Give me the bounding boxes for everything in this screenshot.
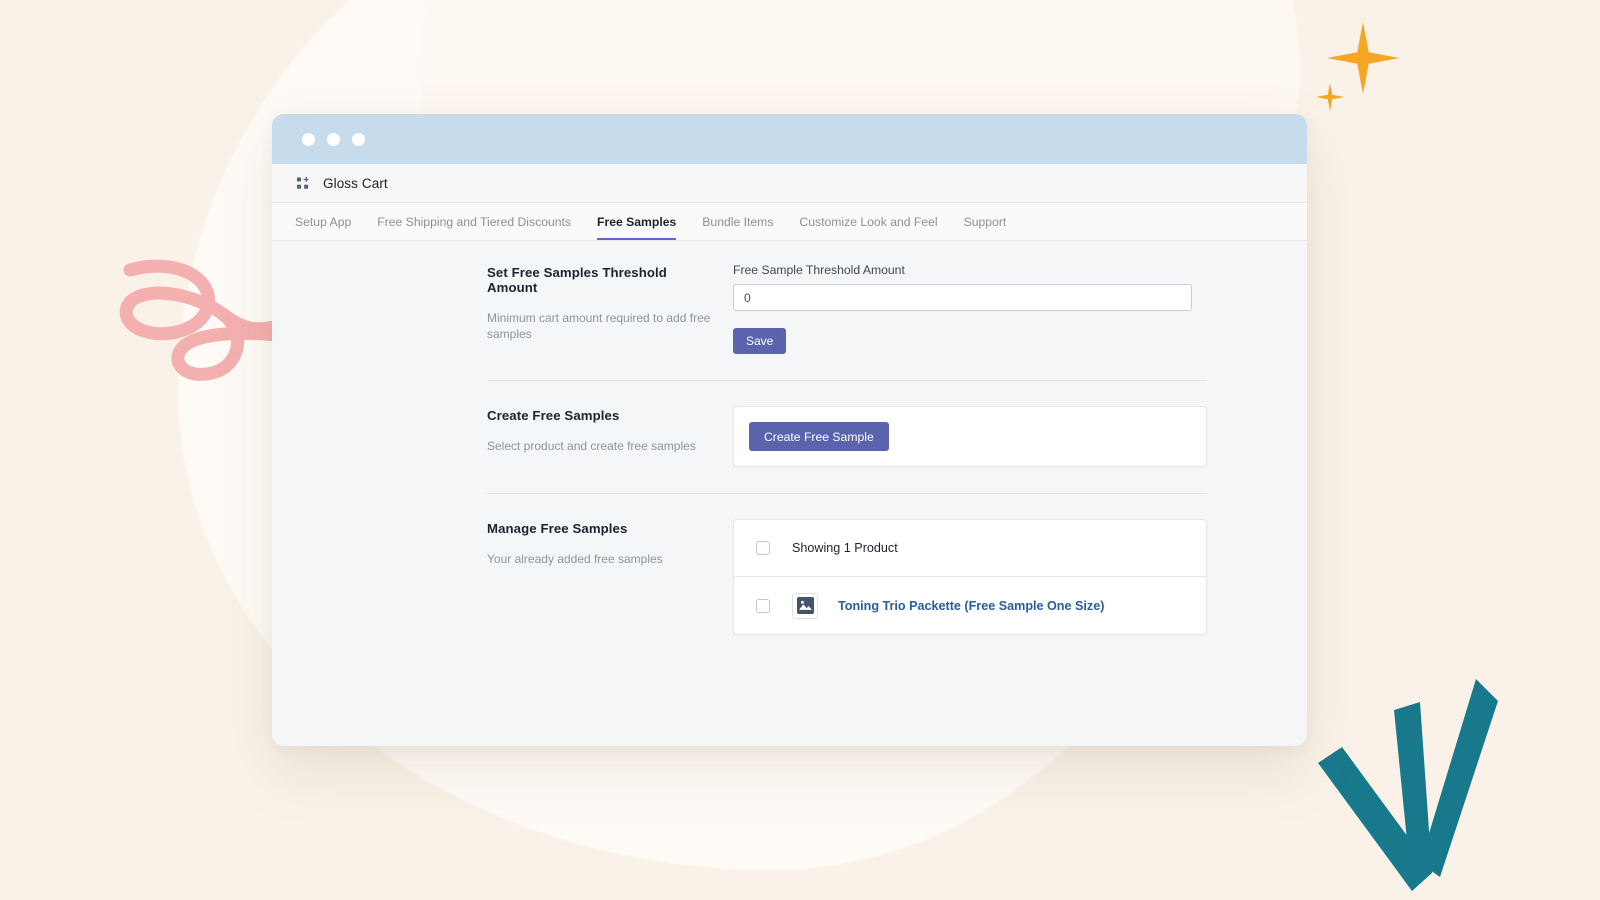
tab-label: Support [963,214,1007,229]
picture-glyph-icon [796,597,814,614]
tab-free-samples[interactable]: Free Samples [584,203,689,240]
section-manage: Manage Free Samples Your already added f… [487,519,1207,635]
tab-free-shipping-and-tiered-discounts[interactable]: Free Shipping and Tiered Discounts [364,203,584,240]
section-description: Your already added free samples [487,552,663,566]
image-placeholder-icon [792,592,818,619]
section-title: Set Free Samples Threshold Amount [487,265,667,295]
section-title: Create Free Samples [487,408,620,423]
browser-window: Gloss Cart Setup App Free Shipping and T… [272,114,1307,746]
tab-bar: Setup App Free Shipping and Tiered Disco… [272,203,1307,241]
free-samples-list-card: Showing 1 Product Toning Trio Packette (… [733,519,1207,635]
tab-label: Bundle Items [702,214,774,229]
section-create: Create Free Samples Select product and c… [487,406,1207,467]
tab-label: Customize Look and Feel [799,214,938,229]
app-header: Gloss Cart [272,164,1307,203]
apps-grid-icon [296,176,309,189]
tab-label: Setup App [295,214,352,229]
save-button[interactable]: Save [733,328,787,354]
tab-label: Free Samples [597,214,677,229]
threshold-amount-input[interactable] [733,284,1192,311]
select-all-checkbox[interactable] [756,541,770,555]
threshold-field-label: Free Sample Threshold Amount [733,263,905,277]
section-manage-info: Manage Free Samples Your already added f… [487,519,719,568]
page-content: Set Free Samples Threshold Amount Minimu… [272,241,1307,746]
window-dot-close[interactable] [302,132,315,146]
section-divider-1 [487,380,1207,381]
row-select-checkbox[interactable] [756,598,770,613]
section-create-info: Create Free Samples Select product and c… [487,406,719,455]
teal-burst-icon [1318,679,1498,891]
showing-count-label: Showing 1 Product [792,541,898,555]
tab-setup-app[interactable]: Setup App [282,203,364,240]
create-sample-card: Create Free Sample [733,406,1207,467]
tab-label: Free Shipping and Tiered Discounts [377,214,572,229]
section-divider-2 [487,493,1207,494]
section-create-body: Create Free Sample [719,406,1207,467]
product-name-link[interactable]: Toning Trio Packette (Free Sample One Si… [838,599,1104,613]
tab-support[interactable]: Support [951,203,1020,240]
create-free-sample-button[interactable]: Create Free Sample [749,422,889,451]
section-threshold: Set Free Samples Threshold Amount Minimu… [487,263,1207,354]
section-manage-body: Showing 1 Product Toning Trio Packette (… [719,519,1207,635]
section-threshold-form: Free Sample Threshold Amount Save [719,263,1207,354]
section-description: Minimum cart amount required to add free… [487,311,711,341]
table-row[interactable]: Toning Trio Packette (Free Sample One Si… [734,576,1206,634]
window-titlebar [272,114,1307,164]
app-title: Gloss Cart [323,175,388,191]
section-description: Select product and create free samples [487,439,696,453]
tab-bundle-items[interactable]: Bundle Items [689,203,786,240]
tab-customize-look-and-feel[interactable]: Customize Look and Feel [786,203,950,240]
list-header-row: Showing 1 Product [734,520,1206,576]
pink-squiggle-icon [119,259,278,381]
section-title: Manage Free Samples [487,521,628,536]
orange-sparkle-small-icon [1316,83,1344,111]
window-dot-maximize[interactable] [352,132,365,146]
window-dot-minimize[interactable] [327,132,340,146]
section-threshold-info: Set Free Samples Threshold Amount Minimu… [487,263,719,342]
